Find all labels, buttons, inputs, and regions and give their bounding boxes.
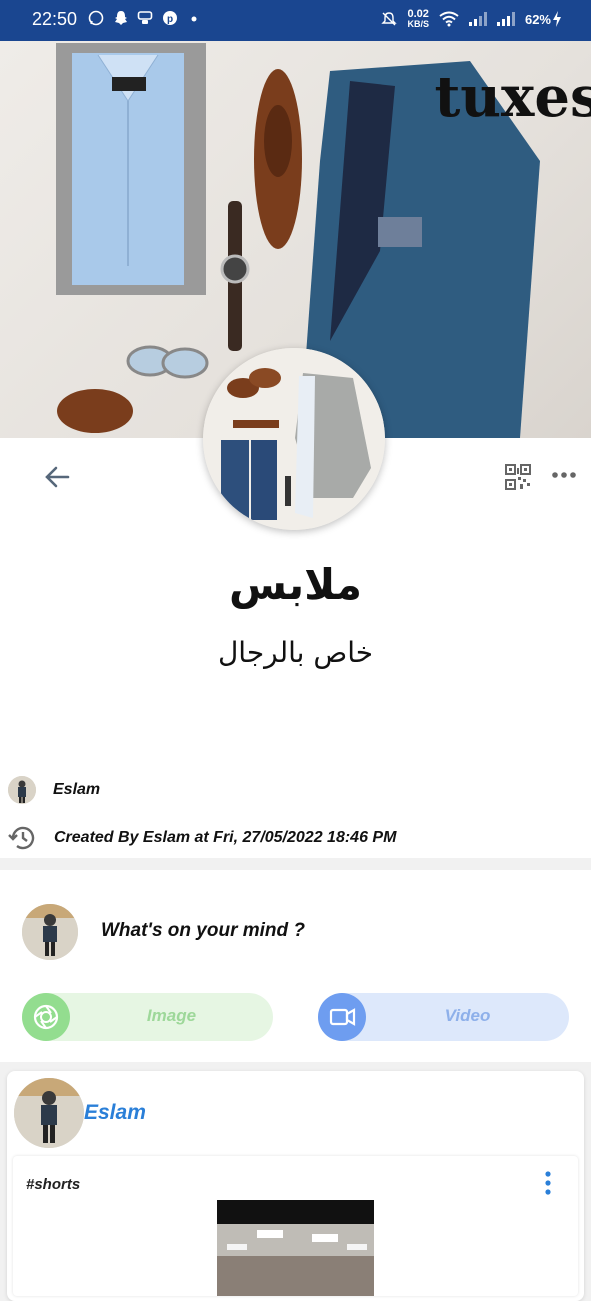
whatsapp-icon [88,10,104,26]
back-arrow-icon[interactable] [42,462,72,492]
brand-logo: tuxes [434,64,591,130]
composer-prompt[interactable]: What's on your mind ? [101,920,305,942]
image-button[interactable]: Image [22,993,273,1041]
post-text: #shorts [26,1176,81,1193]
video-thumbnail[interactable] [217,1200,374,1296]
post-card: Eslam #shorts [7,1071,584,1301]
signal-icon [468,12,487,26]
video-label: Video [444,1006,491,1025]
mute-icon [381,12,398,26]
net-speed: 0.02 KB/S [407,9,429,29]
dot-icon [191,16,197,22]
video-camera-icon [329,1008,356,1026]
status-bar: 22:50 p 0.02 KB/S 62% [0,0,591,41]
owner-avatar[interactable] [8,776,36,804]
video-icon-circle [318,993,366,1041]
svg-text:p: p [167,14,173,25]
history-icon [8,826,35,850]
qr-code-icon[interactable] [505,464,531,490]
camera-shutter-icon [33,1004,59,1030]
snapchat-icon [115,11,127,25]
user-avatar[interactable] [22,904,78,960]
battery-charging-icon [553,11,561,27]
owner-row[interactable]: Eslam [8,775,100,805]
status-right: 0.02 KB/S 62% [381,9,561,29]
clock: 22:50 [32,9,78,29]
post-body: #shorts [13,1156,578,1296]
post-composer: What's on your mind ? Image Video [0,870,591,1062]
image-label: Image [146,1006,197,1025]
net-speed-unit: KB/S [407,19,429,29]
notification-icon [137,11,153,24]
kebab-menu-icon[interactable] [541,1170,555,1196]
post-author-avatar[interactable] [14,1078,84,1148]
pinterest-icon: p [163,11,177,25]
image-icon-circle [22,993,70,1041]
wifi-icon [439,11,459,27]
created-row: Created By Eslam at Fri, 27/05/2022 18:4… [8,823,396,853]
owner-name[interactable]: Eslam [53,781,100,799]
post-author-name[interactable]: Eslam [84,1101,146,1125]
created-info: Created By Eslam at Fri, 27/05/2022 18:4… [54,829,397,846]
video-button[interactable]: Video [318,993,569,1041]
group-title: ملابس [228,560,363,609]
group-subtitle: خاص بالرجال [217,636,374,669]
battery-percent: 62% [524,11,551,27]
more-icon[interactable] [551,465,577,485]
group-avatar[interactable] [203,348,385,530]
signal-icon-2 [496,12,515,26]
